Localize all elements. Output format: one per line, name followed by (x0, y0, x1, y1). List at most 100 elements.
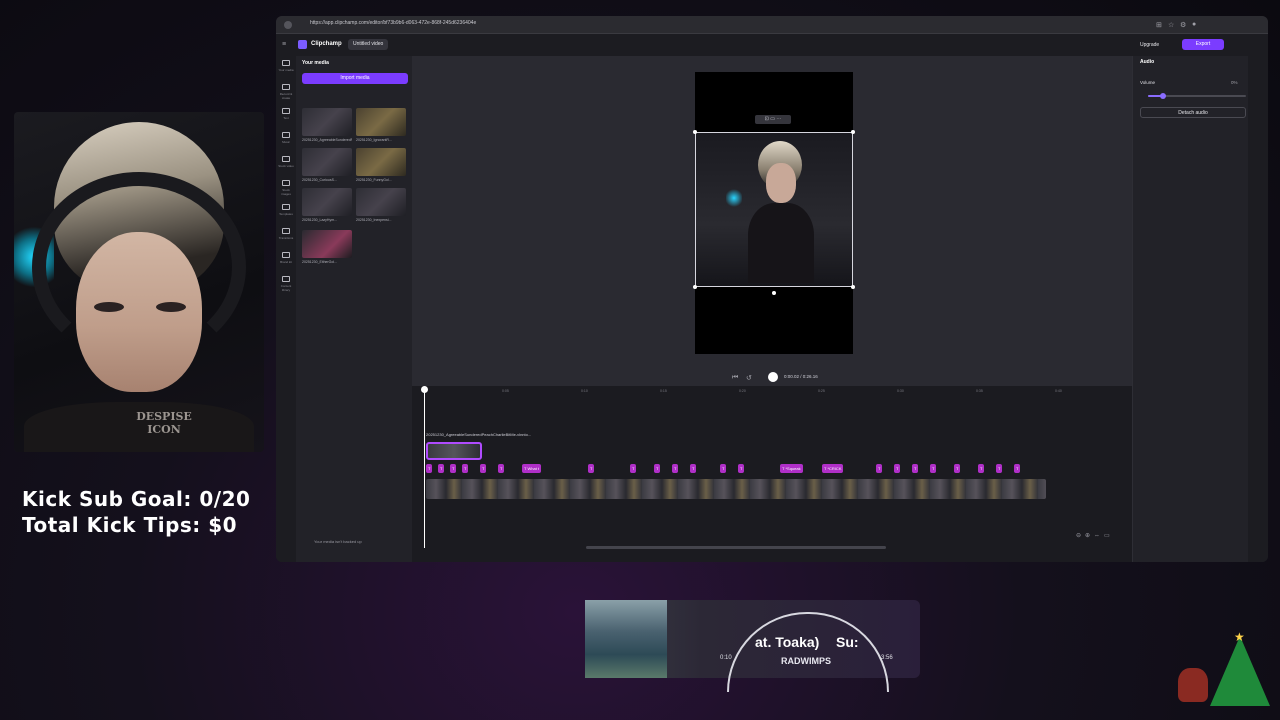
library-icon (282, 276, 290, 282)
text-clip[interactable]: T (876, 464, 883, 473)
text-clip[interactable]: T (1014, 464, 1021, 473)
media-thumb[interactable] (302, 108, 352, 136)
text-track[interactable]: TTTTTTT What tTTTTTTTT *Squeak T *CRICK T T… (426, 464, 1040, 473)
play-button[interactable] (768, 372, 778, 382)
detach-audio-button[interactable]: Detach audio (1140, 107, 1246, 118)
text-clip[interactable]: T (978, 464, 985, 473)
rail-item-text[interactable]: Text (278, 108, 294, 128)
text-clip[interactable]: T (954, 464, 961, 473)
media-label: 20251230_AgreeableSunderedPeach... (302, 138, 352, 142)
rail-item-transitions[interactable]: Transitions (278, 228, 294, 248)
favorite-icon[interactable]: ☆ (1168, 21, 1174, 29)
ruler-label: 0:15 (660, 389, 667, 393)
text-clip[interactable]: T (930, 464, 937, 473)
crop-toolbar[interactable]: ⊡ ▭ ⋯ (755, 115, 791, 124)
ruler-label: 0:35 (976, 389, 983, 393)
text-clip[interactable]: T (912, 464, 919, 473)
playhead[interactable] (424, 388, 425, 548)
volume-knob[interactable] (1159, 93, 1166, 99)
rail-item-stock-images[interactable]: Stock images (278, 180, 294, 200)
clip-name: 20251230_AgreeableSunderedPeachCharlieBi… (426, 432, 532, 437)
media-thumb[interactable] (302, 188, 352, 216)
album-art (585, 600, 667, 678)
upgrade-button[interactable]: Upgrade (1140, 42, 1159, 48)
streamer-webcam: DESPISE ICON (14, 112, 264, 452)
timeline-scrollbar[interactable] (586, 546, 886, 549)
right-rail (1248, 56, 1268, 562)
song-title: at. Toaka) (755, 634, 820, 650)
preview-body (748, 203, 814, 283)
text-clip[interactable]: T (996, 464, 1003, 473)
volume-value: 0% (1231, 80, 1238, 85)
text-clip[interactable]: T (654, 464, 661, 473)
browser-window: https://app.clipchamp.com/editor/bf73b9b… (276, 16, 1268, 562)
resize-handle[interactable] (693, 130, 697, 134)
rail-item-music[interactable]: Music (278, 132, 294, 152)
text-clip[interactable]: T (450, 464, 457, 473)
text-clip[interactable]: T What t (522, 464, 542, 473)
rail-item-templates[interactable]: Templates (278, 204, 294, 224)
url-text[interactable]: https://app.clipchamp.com/editor/bf73b9b… (310, 20, 476, 26)
left-rail: Your media Record & create Text Music St… (276, 56, 296, 562)
profile-icon[interactable]: ● (1192, 21, 1196, 28)
text-clip[interactable]: T (630, 464, 637, 473)
rotate-handle[interactable] (772, 291, 776, 295)
elapsed-time: 0:10 (720, 655, 732, 661)
text-clip[interactable]: T *CRICK (822, 464, 844, 473)
shirt-print: DESPISE ICON (136, 410, 192, 436)
media-panel-title: Your media (302, 60, 329, 66)
text-clip[interactable]: T (690, 464, 697, 473)
preview-light (726, 188, 742, 208)
zoom-controls[interactable]: ⊖⊕⇔▭ (1076, 532, 1114, 539)
resize-handle[interactable] (693, 285, 697, 289)
media-thumb[interactable] (356, 148, 406, 176)
media-thumb[interactable] (356, 188, 406, 216)
media-thumb[interactable] (356, 108, 406, 136)
rail-item-brand-kit[interactable]: Brand kit (278, 252, 294, 272)
resize-handle[interactable] (851, 130, 855, 134)
timeline[interactable] (412, 386, 1132, 562)
preview-video[interactable] (695, 132, 853, 287)
extensions-icon[interactable]: ⊞ (1156, 21, 1162, 29)
text-clip[interactable]: T (438, 464, 445, 473)
media-thumb[interactable] (302, 230, 352, 258)
text-clip[interactable]: T (462, 464, 469, 473)
tab-audio[interactable]: Audio (1140, 59, 1154, 65)
properties-panel (1132, 56, 1248, 562)
ruler-label: 0:05 (502, 389, 509, 393)
selected-clip[interactable] (426, 442, 482, 460)
backup-status[interactable]: Your media isn't backed up (314, 539, 362, 544)
text-clip[interactable]: T (480, 464, 487, 473)
media-label: 20251230_FunnyGol... (356, 178, 392, 182)
video-track[interactable] (426, 479, 1046, 499)
text-clip[interactable]: T (894, 464, 901, 473)
project-title[interactable]: Untitled video (348, 39, 389, 50)
menu-icon[interactable]: ≡ (282, 41, 286, 48)
text-clip[interactable]: T (426, 464, 433, 473)
text-clip[interactable]: T (588, 464, 595, 473)
text-clip[interactable]: T (738, 464, 745, 473)
settings-icon[interactable]: ⚙ (1180, 21, 1186, 29)
export-button[interactable]: Export (1182, 39, 1224, 50)
rewind-icon[interactable]: ↺ (746, 374, 752, 382)
text-clip[interactable]: T (720, 464, 727, 473)
playhead-knob[interactable] (421, 386, 428, 393)
app-header (276, 34, 1268, 56)
refresh-icon[interactable] (284, 21, 292, 29)
media-label: 20251230_LazyHym... (302, 218, 338, 222)
resize-handle[interactable] (851, 285, 855, 289)
media-thumb[interactable] (302, 148, 352, 176)
rail-item-media[interactable]: Your media (278, 60, 294, 80)
text-clip[interactable]: T (498, 464, 505, 473)
text-clip[interactable]: T (672, 464, 679, 473)
media-label: 20251230_EitherGol... (302, 260, 338, 264)
rail-item-record[interactable]: Record & create (278, 84, 294, 104)
rail-item-content-library[interactable]: Content library (278, 276, 294, 296)
skip-back-icon[interactable]: ⏮ (732, 374, 738, 382)
import-media-button[interactable]: Import media (302, 73, 408, 84)
kick-sub-goal: Kick Sub Goal: 0/20 (22, 487, 251, 511)
headset (32, 172, 246, 362)
ruler-label: 0:10 (581, 389, 588, 393)
text-clip[interactable]: T *Squeak (780, 464, 803, 473)
rail-item-stock-video[interactable]: Stock video (278, 156, 294, 176)
